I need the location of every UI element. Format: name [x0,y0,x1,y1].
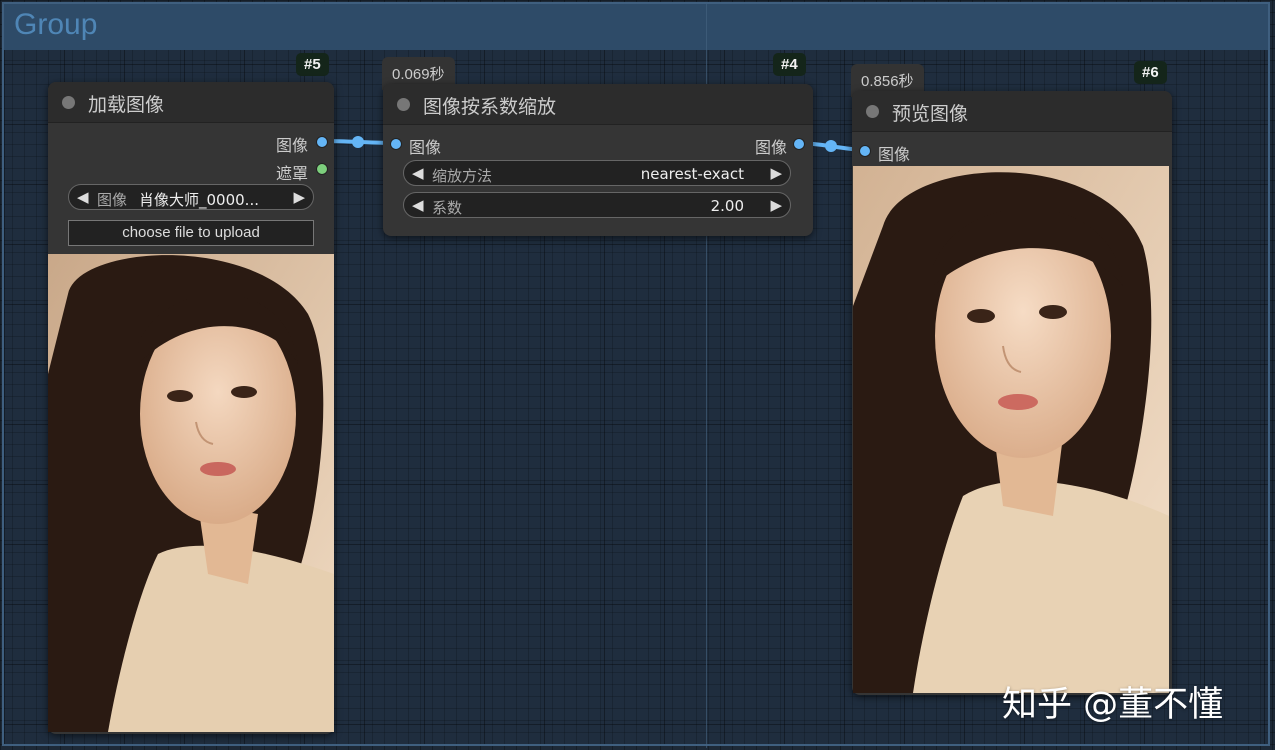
group-header[interactable]: Group [4,4,1268,50]
load-image-node-title[interactable]: 加载图像 [48,82,334,123]
left-arrow-icon[interactable]: ◀ [412,196,424,214]
widget-label: 缩放方法 [432,167,493,185]
watermark-text: 知乎 @董不懂 [1002,685,1224,725]
output-mask-port[interactable] [316,163,328,175]
widget-label: 图像 [97,191,128,209]
node-id-badge-preview: #6 [1134,61,1167,84]
collapse-dot-icon[interactable] [866,105,879,118]
left-arrow-icon[interactable]: ◀ [412,164,424,182]
collapse-dot-icon[interactable] [397,98,410,111]
output-mask-label: 遮罩 [275,164,308,183]
scale-method-widget[interactable]: ◀ 缩放方法 nearest-exact ▶ [403,160,791,186]
right-arrow-icon[interactable]: ▶ [770,164,782,182]
widget-label: 系数 [432,199,463,217]
input-image-label: 图像 [878,145,911,164]
output-image-label: 图像 [275,136,308,155]
node-title-text: 加载图像 [88,94,165,116]
input-image-port[interactable] [390,138,402,150]
input-image-port[interactable] [859,145,871,157]
output-image-port[interactable] [793,138,805,150]
collapse-dot-icon[interactable] [62,96,75,109]
scale-factor-widget[interactable]: ◀ 系数 2.00 ▶ [403,192,791,218]
image-scale-node[interactable]: 图像按系数缩放 图像 图像 ◀ 缩放方法 nearest-exact ▶ ◀ 系… [383,84,813,236]
right-arrow-icon[interactable]: ▶ [293,188,305,206]
output-image-port[interactable] [316,136,328,148]
preview-image-node[interactable]: 预览图像 图像 [852,91,1172,695]
node-title-text: 图像按系数缩放 [423,96,557,118]
preview-image-node-title[interactable]: 预览图像 [852,91,1172,132]
node-id-badge-load: #5 [296,53,329,76]
node-title-text: 预览图像 [892,103,969,125]
widget-value: 2.00 [710,197,744,215]
left-arrow-icon[interactable]: ◀ [77,188,89,206]
input-image-label: 图像 [409,138,442,157]
load-image-node[interactable]: 加载图像 图像 遮罩 ◀ 图像 肖像大师_0000... ▶ choose fi… [48,82,334,734]
widget-value: 肖像大师_0000... [139,191,259,209]
node-id-badge-scale: #4 [773,53,806,76]
output-image-label: 图像 [754,138,787,157]
preview-image-output [853,166,1169,693]
loaded-image-preview [48,254,334,732]
group-title: Group [14,8,98,41]
upload-button[interactable]: choose file to upload [68,220,314,246]
right-arrow-icon[interactable]: ▶ [770,196,782,214]
image-select-widget[interactable]: ◀ 图像 肖像大师_0000... ▶ [68,184,314,210]
image-scale-node-title[interactable]: 图像按系数缩放 [383,84,813,125]
widget-value: nearest-exact [640,165,744,183]
